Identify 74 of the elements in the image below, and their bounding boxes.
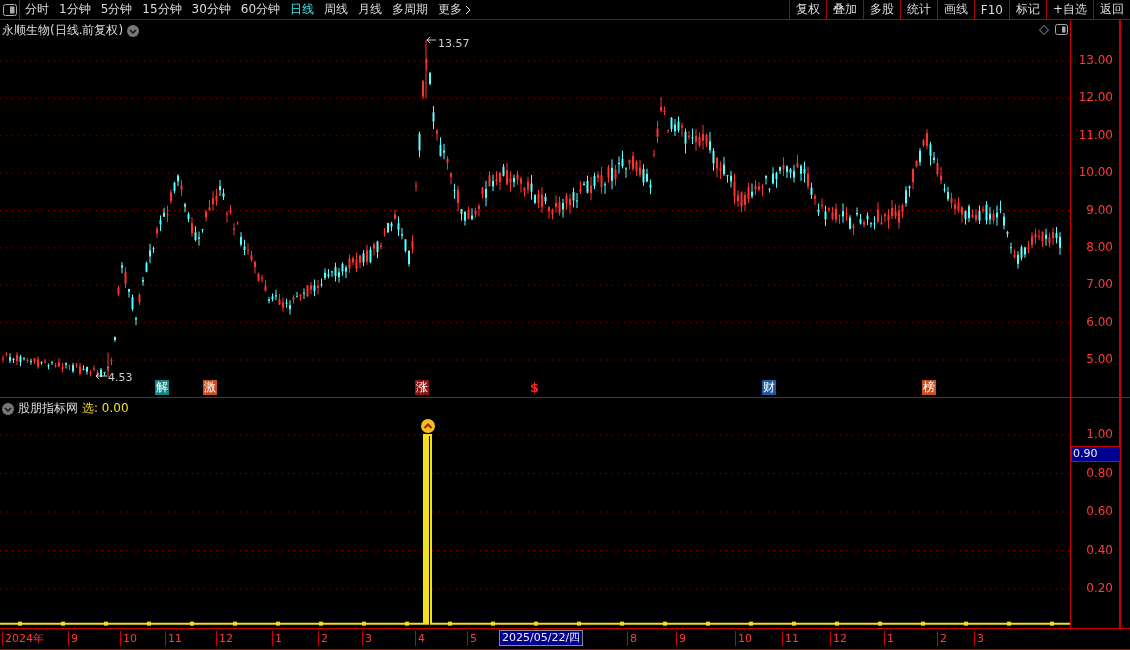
cursor-date-label: 2025/05/22/四: [499, 630, 584, 646]
period-tab[interactable]: 5分钟: [95, 1, 138, 18]
date-label: 2024年: [2, 631, 44, 646]
date-label: 3: [362, 631, 372, 646]
indicator-value: 选: 0.00: [82, 400, 129, 417]
axis-label: 1.00: [1086, 427, 1113, 441]
panel-toggle-icon[interactable]: [2, 3, 17, 16]
axis-label: 13.00: [1078, 53, 1113, 67]
dropdown-icon[interactable]: [2, 402, 14, 415]
indicator-title: 股朋指标网: [18, 400, 78, 417]
axis-label: 12.00: [1078, 90, 1113, 105]
toolbar-button[interactable]: 返回: [1093, 0, 1130, 19]
date-label: 11: [165, 631, 182, 646]
cursor-value-label: 0.90: [1071, 446, 1121, 463]
period-tab[interactable]: 30分钟: [186, 1, 236, 18]
axis-label: 11.00: [1078, 127, 1113, 142]
signal-tag: 榜: [922, 380, 936, 395]
axis-label: 0.80: [1086, 465, 1113, 480]
axis-label: 5.00: [1086, 352, 1113, 366]
axis-label: 9.00: [1086, 202, 1113, 217]
date-label: 11: [782, 631, 799, 646]
panel-toggle-icon[interactable]: [1055, 24, 1068, 35]
chart-title: 永顺生物(日线.前复权): [2, 22, 124, 39]
date-label: 10: [120, 631, 137, 646]
signal-tag: 涨: [415, 380, 429, 395]
more-menu[interactable]: 更多: [433, 1, 477, 18]
axis-label: 10.00: [1078, 165, 1113, 180]
signal-tag: 财: [762, 380, 776, 395]
signal-mark: $: [530, 380, 540, 395]
signal-tag: 解: [155, 380, 169, 395]
signal-tag: 激: [203, 380, 217, 395]
date-label: 5: [467, 631, 477, 646]
date-label: 2: [318, 631, 328, 646]
axis-label: 7.00: [1086, 277, 1113, 292]
toolbar-button[interactable]: 多股: [862, 0, 900, 19]
period-tab[interactable]: 1分钟: [54, 1, 96, 18]
axis-label: 0.20: [1086, 581, 1113, 595]
high-price-label: 13.57: [438, 37, 470, 50]
chevron-right-icon: [465, 4, 472, 15]
toolbar-button[interactable]: 统计: [899, 0, 937, 19]
axis-label: 0.40: [1086, 542, 1113, 557]
axis-label: 6.00: [1086, 314, 1113, 329]
period-tab[interactable]: 15分钟: [137, 1, 187, 18]
dropdown-icon[interactable]: [127, 24, 140, 37]
axis-label: 8.00: [1086, 239, 1113, 254]
pointer-arrow-icon: [426, 36, 436, 44]
period-tab[interactable]: 月线: [353, 1, 388, 18]
toolbar-button[interactable]: F10: [973, 0, 1009, 19]
date-label: 10: [735, 631, 752, 646]
date-label: 12: [830, 631, 847, 646]
period-tab[interactable]: 日线: [285, 1, 320, 18]
period-tab[interactable]: 分时: [20, 1, 54, 18]
date-label: 3: [974, 631, 984, 646]
date-label: 12: [216, 631, 233, 646]
toolbar-button[interactable]: 复权: [788, 0, 826, 19]
date-label: 9: [68, 631, 78, 646]
date-label: 2: [937, 631, 947, 646]
period-tab[interactable]: 60分钟: [235, 1, 286, 18]
date-label: 8: [627, 631, 637, 646]
date-label: 1: [272, 631, 282, 646]
low-price-label: 4.53: [108, 371, 133, 384]
date-label: 1: [884, 631, 894, 646]
toolbar-button[interactable]: +自选: [1045, 0, 1093, 19]
diamond-icon[interactable]: [1039, 24, 1049, 35]
signal-up-icon: [421, 419, 435, 433]
date-label: 9: [676, 631, 686, 646]
axis-label: 0.60: [1086, 504, 1113, 518]
period-tab[interactable]: 多周期: [387, 1, 434, 18]
toolbar-button[interactable]: 画线: [936, 0, 974, 19]
toolbar-button[interactable]: 标记: [1008, 0, 1046, 19]
pointer-arrow-icon: [95, 372, 107, 380]
period-tab[interactable]: 周线: [319, 1, 354, 18]
toolbar-button[interactable]: 叠加: [825, 0, 863, 19]
date-label: 4: [415, 631, 425, 646]
